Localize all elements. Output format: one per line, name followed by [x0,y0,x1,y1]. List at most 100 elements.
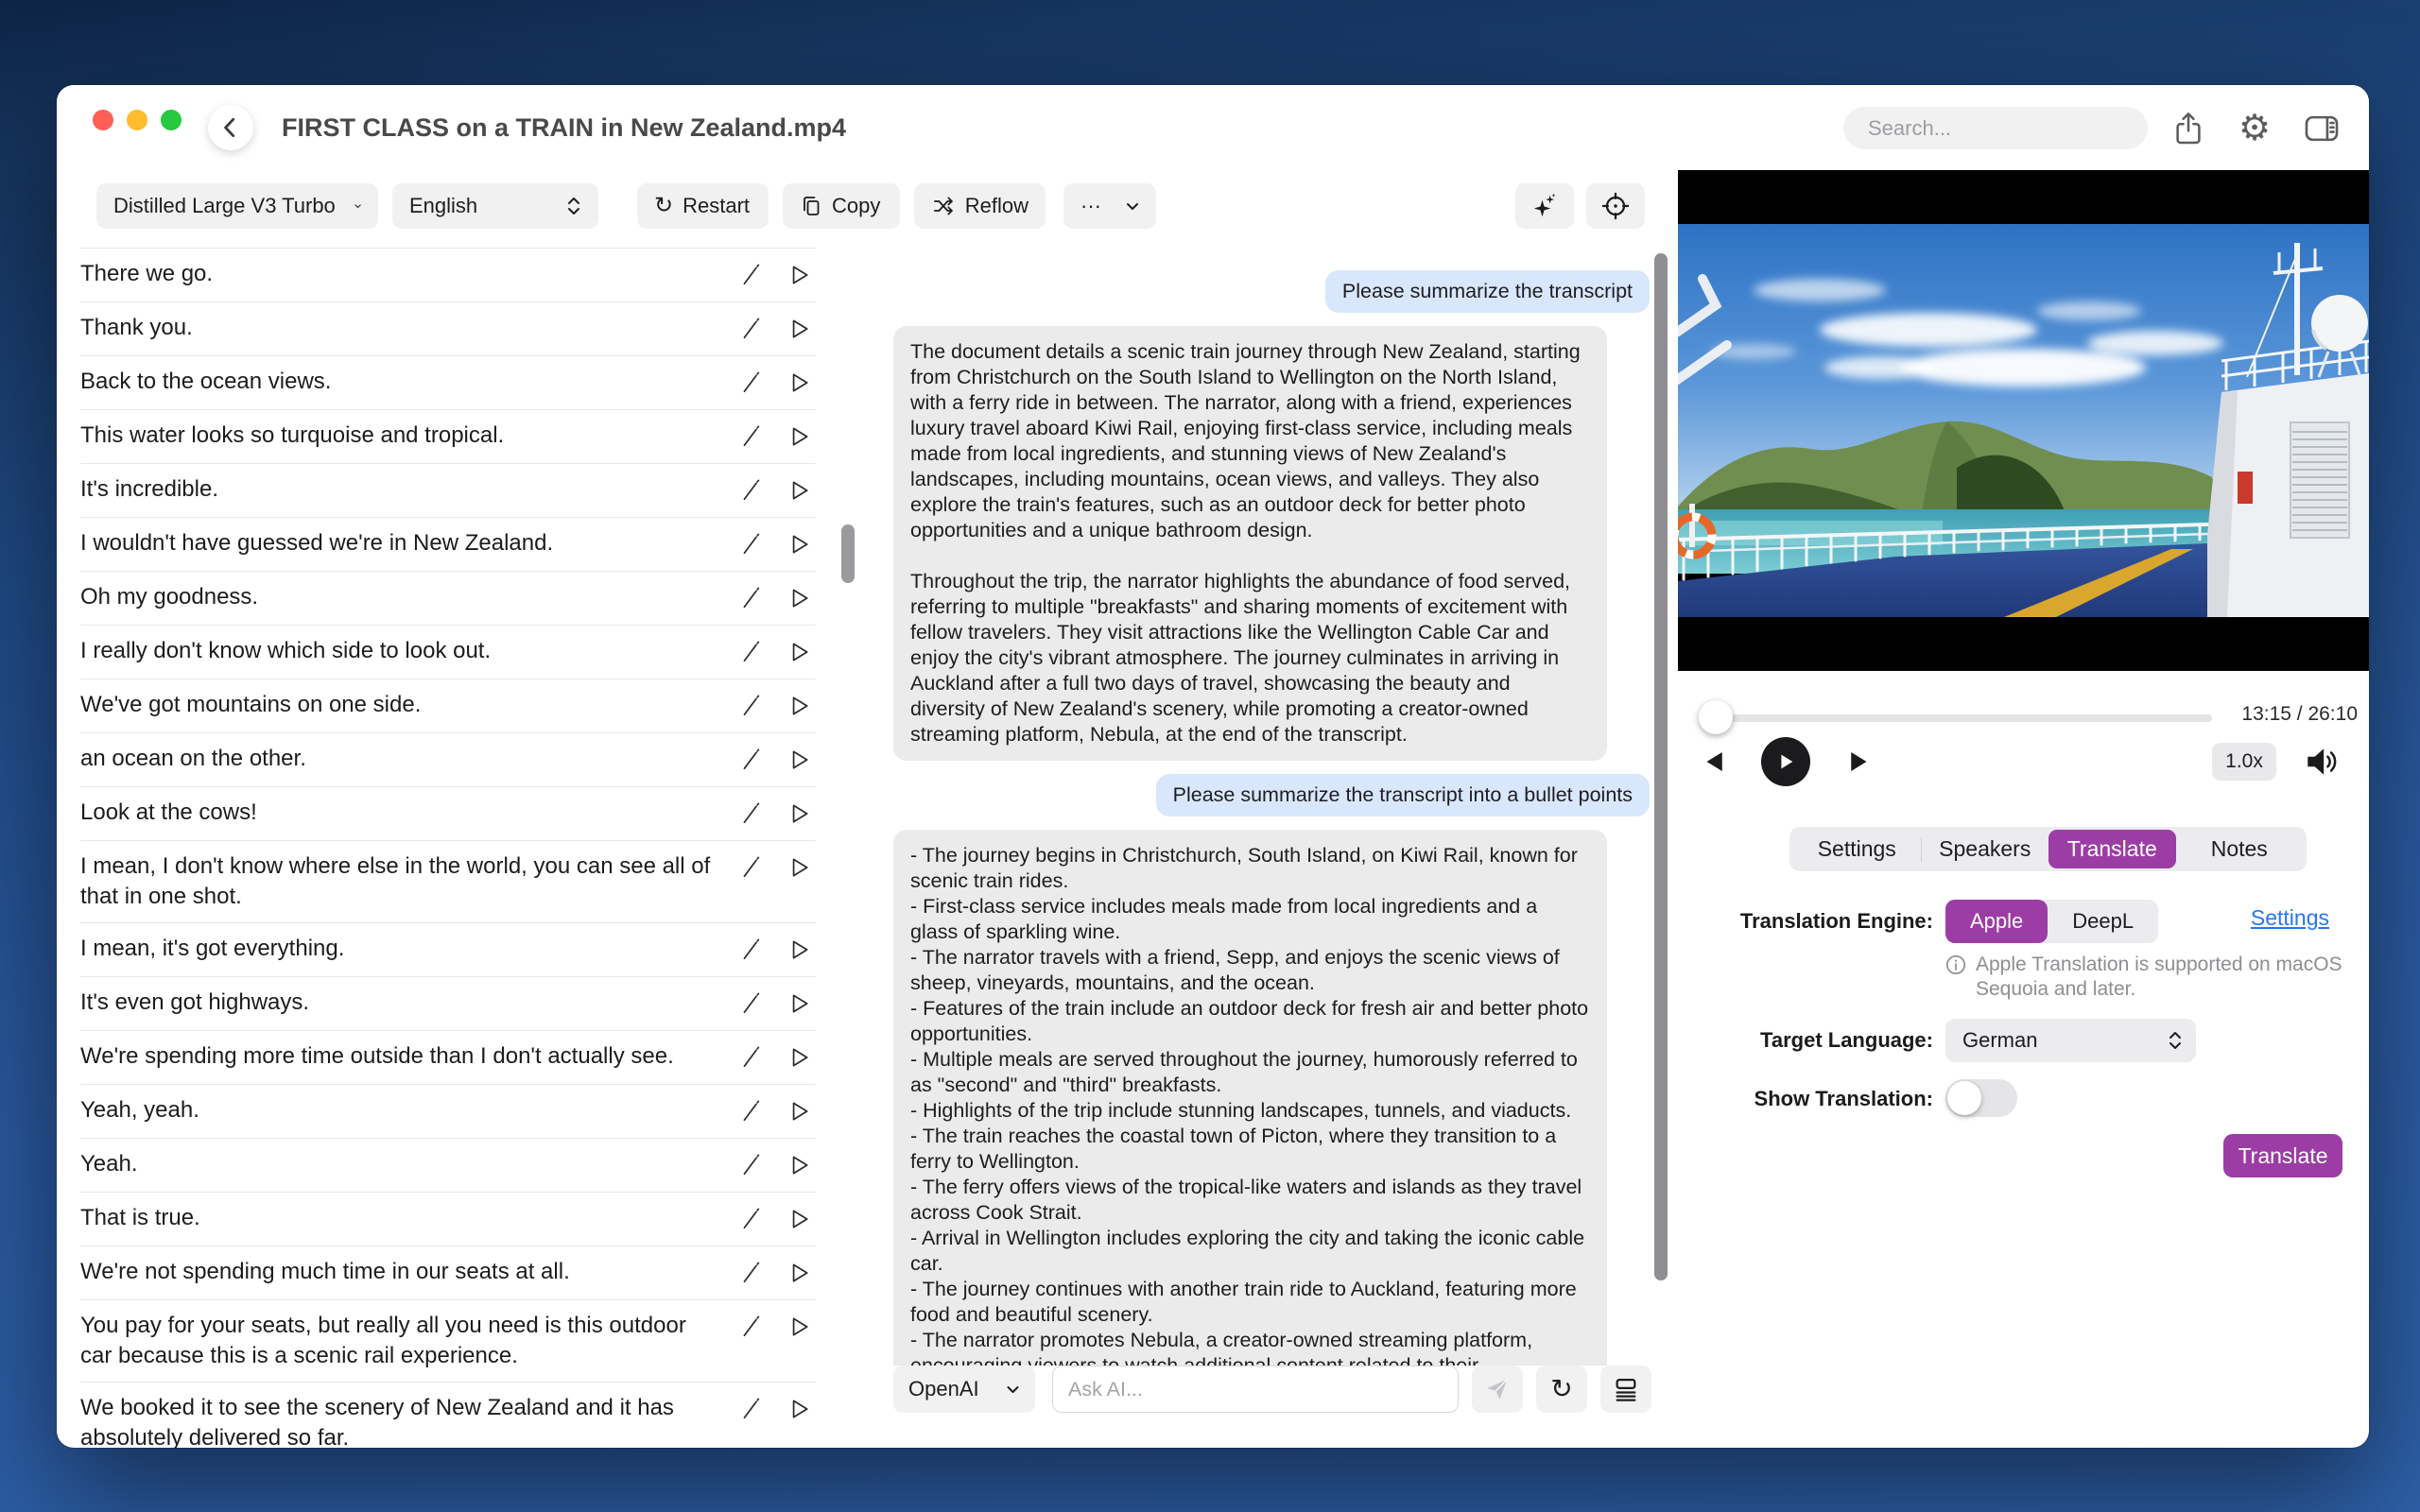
transcript-segment-text[interactable]: I really don't know which side to look o… [80,636,735,666]
playback-speed-button[interactable]: 1.0x [2212,743,2276,781]
ask-ai-input[interactable] [1052,1366,1459,1413]
more-options-button[interactable]: ··· [1063,183,1156,229]
transcript-segment-text[interactable]: Yeah, yeah. [80,1095,735,1125]
transcript-segment-text[interactable]: Back to the ocean views. [80,367,735,397]
edit-segment-button[interactable] [735,367,769,399]
skip-forward-button[interactable] [1842,745,1876,779]
transcript-segment-text[interactable]: Look at the cows! [80,798,735,828]
close-window-button[interactable] [93,110,113,130]
play-segment-button[interactable] [782,690,816,722]
transcript-segment-text[interactable]: That is true. [80,1203,735,1233]
edit-segment-button[interactable] [735,798,769,830]
search-input[interactable] [1843,107,2148,149]
volume-button[interactable] [2297,739,2344,784]
edit-segment-button[interactable] [735,582,769,614]
play-segment-button[interactable] [782,1095,816,1127]
edit-segment-button[interactable] [735,1257,769,1289]
edit-segment-button[interactable] [735,934,769,966]
edit-segment-button[interactable] [735,1203,769,1235]
edit-segment-button[interactable] [735,744,769,776]
translate-button[interactable]: Translate [2223,1134,2342,1177]
play-segment-button[interactable] [782,744,816,776]
engine-deepl-button[interactable]: DeepL [2048,900,2158,943]
ai-provider-selector[interactable]: OpenAI [893,1366,1035,1413]
play-segment-button[interactable] [782,798,816,830]
transcript-segment-text[interactable]: You pay for your seats, but really all y… [80,1311,735,1371]
transcript-segment-text[interactable]: We booked it to see the scenery of New Z… [80,1393,735,1448]
play-segment-button[interactable] [782,367,816,399]
play-segment-button[interactable] [782,259,816,291]
play-segment-button[interactable] [782,1149,816,1181]
transcript-segment-text[interactable]: We've got mountains on one side. [80,690,735,720]
transcript-segment-text[interactable]: I mean, it's got everything. [80,934,735,964]
play-segment-button[interactable] [782,528,816,560]
tab-speakers[interactable]: Speakers [1922,830,2049,868]
share-button[interactable] [2168,108,2209,149]
language-selector[interactable]: English [392,183,598,229]
video-player[interactable] [1678,170,2369,671]
play-segment-button[interactable] [782,474,816,507]
edit-segment-button[interactable] [735,528,769,560]
transcript-segment-text[interactable]: We're not spending much time in our seat… [80,1257,735,1287]
tab-settings[interactable]: Settings [1793,830,1921,868]
edit-segment-button[interactable] [735,988,769,1020]
model-selector[interactable]: Distilled Large V3 Turbo [96,183,378,229]
edit-segment-button[interactable] [735,474,769,507]
engine-apple-button[interactable]: Apple [1945,900,2048,943]
video-progress-track[interactable] [1702,714,2212,722]
play-segment-button[interactable] [782,934,816,966]
edit-segment-button[interactable] [735,1149,769,1181]
copy-button[interactable]: Copy [783,183,900,229]
play-segment-button[interactable] [782,1311,816,1343]
play-segment-button[interactable] [782,1203,816,1235]
ai-assistant-button[interactable] [1515,183,1574,229]
transcript-segment-text[interactable]: There we go. [80,259,735,289]
edit-segment-button[interactable] [735,259,769,291]
edit-segment-button[interactable] [735,1095,769,1127]
play-segment-button[interactable] [782,582,816,614]
target-language-select[interactable]: German [1945,1019,2196,1062]
settings-gear-button[interactable]: ⚙ [2234,108,2275,149]
edit-segment-button[interactable] [735,851,769,884]
edit-segment-button[interactable] [735,421,769,453]
locate-current-segment-button[interactable] [1586,183,1645,229]
video-progress-thumb[interactable] [1699,700,1733,734]
transcript-segment-text[interactable]: I mean, I don't know where else in the w… [80,851,735,912]
tab-notes[interactable]: Notes [2176,830,2304,868]
play-segment-button[interactable] [782,313,816,345]
engine-settings-link[interactable]: Settings [2251,905,2329,931]
transcript-segment-text[interactable]: Oh my goodness. [80,582,735,612]
play-segment-button[interactable] [782,851,816,884]
transcript-segment-text[interactable]: It's incredible. [80,474,735,505]
summary-view-button[interactable] [1600,1366,1651,1413]
restart-button[interactable]: ↻ Restart [637,183,769,229]
transcript-segment-text[interactable]: Yeah. [80,1149,735,1179]
minimize-window-button[interactable] [127,110,147,130]
toggle-sidebar-button[interactable] [2301,108,2342,149]
transcript-segment-text[interactable]: Thank you. [80,313,735,343]
play-segment-button[interactable] [782,988,816,1020]
edit-segment-button[interactable] [735,313,769,345]
regenerate-button[interactable]: ↻ [1536,1366,1587,1413]
play-segment-button[interactable] [782,1393,816,1425]
edit-segment-button[interactable] [735,690,769,722]
show-translation-toggle[interactable] [1945,1079,2017,1117]
skip-back-button[interactable] [1697,745,1731,779]
play-segment-button[interactable] [782,1257,816,1289]
edit-segment-button[interactable] [735,1311,769,1343]
edit-segment-button[interactable] [735,1041,769,1074]
transcript-segment-text[interactable]: I wouldn't have guessed we're in New Zea… [80,528,735,558]
transcript-segment-text[interactable]: It's even got highways. [80,988,735,1018]
transcript-segment-text[interactable]: We're spending more time outside than I … [80,1041,735,1072]
transcript-scrollbar-thumb[interactable] [841,524,855,583]
back-button[interactable] [208,105,253,150]
edit-segment-button[interactable] [735,636,769,668]
play-pause-button[interactable] [1761,737,1810,786]
zoom-window-button[interactable] [161,110,182,130]
transcript-segment-text[interactable]: This water looks so turquoise and tropic… [80,421,735,451]
chat-scrollbar-thumb[interactable] [1654,253,1668,1280]
tab-translate[interactable]: Translate [2048,830,2176,868]
send-button[interactable] [1472,1366,1523,1413]
transcript-segment-text[interactable]: an ocean on the other. [80,744,735,774]
reflow-button[interactable]: Reflow [914,183,1046,229]
